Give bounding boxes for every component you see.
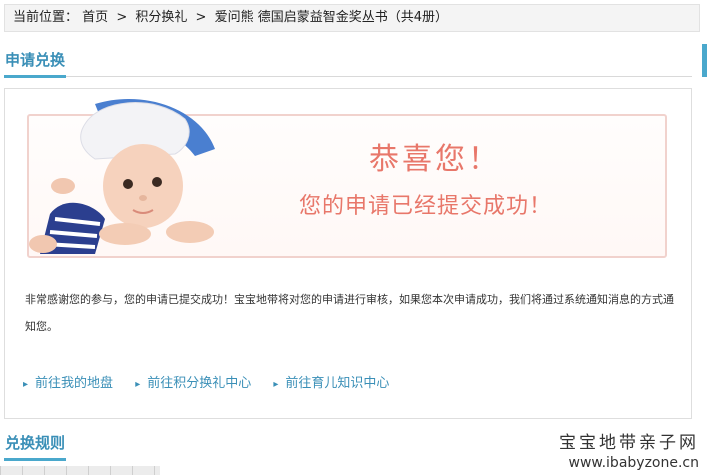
parenting-center-link[interactable]: 前往育儿知识中心 <box>285 376 389 391</box>
breadcrumb-home-link[interactable]: 首页 <box>82 10 108 25</box>
scrollbar-accent <box>702 44 707 77</box>
navigation-links: ▸ 前往我的地盘 ▸ 前往积分换礼中心 ▸ 前往育儿知识中心 <box>23 372 407 391</box>
breadcrumb: 当前位置： 首页 > 积分换礼 > 爱问熊 德国启蒙益智金奖丛书（共4册） <box>4 4 700 32</box>
points-center-link[interactable]: 前往积分换礼中心 <box>147 376 251 391</box>
apply-result-panel: 恭喜您！ 您的申请已经提交成功！ 非常感谢您的参与，您的申请已提交成功！宝宝地带… <box>4 88 692 419</box>
watermark-name: 宝宝地带亲子网 <box>559 433 699 453</box>
section-title-rules: 兑换规则 <box>4 428 67 461</box>
breadcrumb-separator: > <box>195 10 207 25</box>
horizontal-scrollbar[interactable] <box>0 466 160 475</box>
breadcrumb-points-link[interactable]: 积分换礼 <box>135 10 187 25</box>
thank-you-message: 非常感谢您的参与，您的申请已提交成功！宝宝地带将对您的申请进行审核，如果您本次申… <box>25 293 674 333</box>
breadcrumb-prefix: 当前位置： <box>13 10 79 25</box>
arrow-icon: ▸ <box>135 379 141 390</box>
section-title-apply: 申请兑换 <box>4 45 67 78</box>
section-header-apply: 申请兑换 <box>4 44 692 78</box>
watermark-url: www.ibabyzone.cn <box>568 455 699 471</box>
congrats-heading: 恭喜您！ <box>369 142 501 177</box>
breadcrumb-current: 爱问熊 德国启蒙益智金奖丛书（共4册） <box>214 10 448 25</box>
arrow-icon: ▸ <box>273 379 279 390</box>
arrow-icon: ▸ <box>23 379 29 390</box>
site-watermark: 宝宝地带亲子网 www.ibabyzone.cn <box>559 432 699 472</box>
success-message: 您的申请已经提交成功！ <box>299 194 553 219</box>
breadcrumb-separator: > <box>116 10 128 25</box>
baby-illustration <box>29 99 215 254</box>
my-site-link[interactable]: 前往我的地盘 <box>35 376 113 391</box>
